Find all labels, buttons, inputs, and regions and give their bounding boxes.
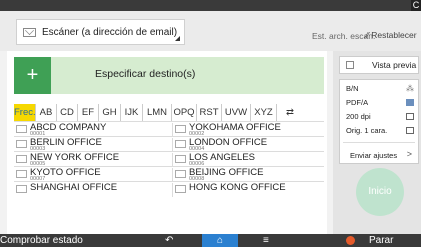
back-icon[interactable]: ↶	[165, 234, 173, 247]
preview-toggle[interactable]: Vista previa	[339, 56, 419, 74]
envelope-icon	[175, 140, 186, 148]
home-icon[interactable]: ⌂	[202, 234, 238, 247]
check-status-button[interactable]: Comprobar estado	[0, 234, 83, 247]
corner-indicator: C	[411, 0, 421, 11]
scanner-select-label: Escáner (a dirección de email)	[42, 26, 178, 38]
file-type-value: PDF/A	[346, 98, 369, 107]
address-entry[interactable]: KYOTO OFFICE 00007	[14, 167, 169, 182]
tab-frec[interactable]: Frec.	[14, 104, 36, 121]
reset-button[interactable]: ⁄⁄ Restablecer	[366, 30, 417, 40]
tab-gh[interactable]: GH	[99, 104, 121, 121]
table-row: KYOTO OFFICE 00007 BEIJING OFFICE 00008	[14, 166, 324, 182]
address-entry[interactable]: HONG KONG OFFICE	[172, 182, 328, 197]
entry-name: SHANGHAI OFFICE	[30, 182, 118, 193]
tab-ab[interactable]: AB	[36, 104, 57, 121]
preview-label: Vista previa	[372, 60, 417, 70]
envelope-icon	[175, 185, 186, 193]
reset-label: Restablecer	[371, 30, 417, 40]
address-entry[interactable]: SHANGHAI OFFICE	[14, 182, 169, 197]
tab-uvw[interactable]: UVW	[222, 104, 251, 121]
envelope-icon	[16, 140, 27, 148]
address-entry[interactable]: NEW YORK OFFICE 00005	[14, 152, 169, 167]
preview-checkbox[interactable]	[346, 61, 354, 69]
specify-destination-label: Especificar destino(s)	[95, 68, 196, 80]
bottom-bar: Comprobar estado ↶ ⌂ ≡ Parar	[0, 234, 421, 247]
original-icon	[406, 127, 414, 134]
dropdown-corner-icon	[175, 36, 180, 41]
index-tabs: Frec. AB CD EF GH IJK LMN OPQ RST UVW XY…	[14, 104, 325, 121]
original-sides-value: Orig. 1 cara.	[346, 126, 388, 135]
entry-name: HONG KONG OFFICE	[189, 182, 286, 193]
envelope-icon	[23, 27, 36, 37]
envelope-icon	[175, 170, 186, 178]
color-mode-value: B/N	[346, 84, 359, 93]
tab-ef[interactable]: EF	[78, 104, 99, 121]
envelope-icon	[16, 155, 27, 163]
tab-switch-icon[interactable]: ⇄	[277, 104, 303, 121]
address-entry[interactable]: LONDON OFFICE 00004	[172, 137, 328, 152]
top-status-bar: C	[0, 0, 421, 11]
tab-xyz[interactable]: XYZ	[251, 104, 277, 121]
address-entry[interactable]: LOS ANGELES 00006	[172, 152, 328, 167]
chevron-right-icon: >	[406, 149, 412, 159]
send-settings-label: Enviar ajustes	[350, 151, 398, 160]
divider	[343, 142, 415, 143]
tab-opq[interactable]: OPQ	[172, 104, 197, 121]
table-row: SHANGHAI OFFICE HONG KONG OFFICE	[14, 181, 324, 197]
color-mode-icon: ⁂	[406, 84, 414, 93]
menu-icon[interactable]: ≡	[263, 234, 269, 247]
table-row: BERLIN OFFICE 00003 LONDON OFFICE 00004	[14, 136, 324, 152]
address-entry[interactable]: BEIJING OFFICE 00008	[172, 167, 328, 182]
table-row: ABCD COMPANY 00001 YOKOHAMA OFFICE 00002	[14, 121, 324, 137]
envelope-icon	[16, 125, 27, 133]
address-list: ABCD COMPANY 00001 YOKOHAMA OFFICE 00002…	[14, 121, 324, 197]
resolution-icon	[406, 113, 414, 120]
start-button[interactable]: Inicio	[356, 168, 404, 216]
tab-ijk[interactable]: IJK	[121, 104, 143, 121]
address-entry[interactable]: ABCD COMPANY 00001	[14, 122, 169, 137]
scan-settings-summary[interactable]: B/N ⁂ PDF/A 200 dpi Orig. 1 cara. Enviar…	[339, 79, 419, 164]
scanner-destination-select[interactable]: Escáner (a dirección de email)	[16, 19, 185, 45]
address-entry[interactable]: BERLIN OFFICE 00003	[14, 137, 169, 152]
stop-icon[interactable]	[346, 236, 355, 245]
envelope-icon	[16, 170, 27, 178]
tab-lmn[interactable]: LMN	[143, 104, 172, 121]
envelope-icon	[175, 125, 186, 133]
resolution-value: 200 dpi	[346, 112, 371, 121]
address-entry[interactable]: YOKOHAMA OFFICE 00002	[172, 122, 328, 137]
tab-rst[interactable]: RST	[197, 104, 222, 121]
tab-cd[interactable]: CD	[57, 104, 78, 121]
file-type-icon	[406, 99, 414, 106]
table-row: NEW YORK OFFICE 00005 LOS ANGELES 00006	[14, 151, 324, 167]
envelope-icon	[175, 155, 186, 163]
stop-button[interactable]: Parar	[369, 234, 393, 247]
envelope-icon	[16, 185, 27, 193]
plus-icon[interactable]: +	[14, 57, 51, 94]
